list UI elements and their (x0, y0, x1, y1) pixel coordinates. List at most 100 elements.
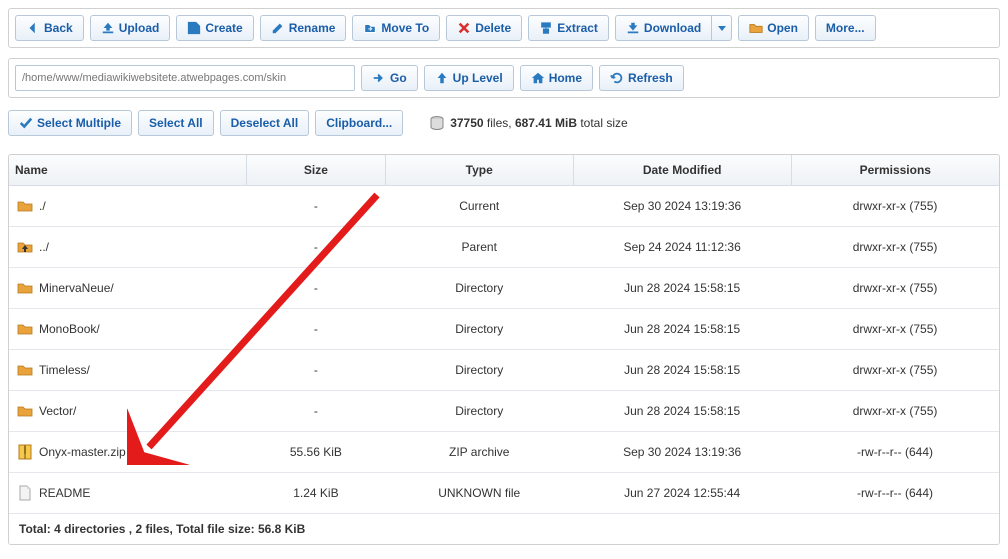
download-dropdown-button[interactable] (712, 15, 732, 41)
file-size: 1.24 KiB (247, 473, 386, 514)
file-table: Name Size Type Date Modified Permissions… (9, 155, 999, 514)
upload-button[interactable]: Upload (90, 15, 171, 41)
table-footer: Total: 4 directories , 2 files, Total fi… (9, 514, 999, 544)
file-size: - (247, 268, 386, 309)
path-wrapper (15, 65, 355, 91)
moveto-button[interactable]: Move To (352, 15, 440, 41)
selection-toolbar: Select Multiple Select All Deselect All … (8, 108, 1000, 144)
file-perm: drwxr-xr-x (755) (791, 309, 999, 350)
total-size: 687.41 MiB (515, 116, 577, 130)
header-perm[interactable]: Permissions (791, 155, 999, 186)
open-button[interactable]: Open (738, 15, 809, 41)
folder-icon (17, 362, 33, 378)
rename-button[interactable]: Rename (260, 15, 347, 41)
table-row[interactable]: Onyx-master.zip 55.56 KiBZIP archiveSep 3… (9, 432, 999, 473)
back-label: Back (44, 21, 73, 35)
refresh-button[interactable]: Refresh (599, 65, 684, 91)
file-name: MinervaNeue/ (39, 281, 114, 295)
header-date[interactable]: Date Modified (573, 155, 791, 186)
file-name: ../ (39, 240, 49, 254)
file-date: Sep 24 2024 11:12:36 (573, 227, 791, 268)
table-row[interactable]: ../-ParentSep 24 2024 11:12:36drwxr-xr-x… (9, 227, 999, 268)
download-label: Download (644, 21, 701, 35)
deselect-all-button[interactable]: Deselect All (220, 110, 310, 136)
file-date: Jun 27 2024 12:55:44 (573, 473, 791, 514)
deselect-all-label: Deselect All (231, 116, 299, 130)
path-toolbar: Go Up Level Home Refresh (8, 58, 1000, 98)
move-icon (363, 21, 377, 35)
open-icon (749, 21, 763, 35)
upload-icon (101, 21, 115, 35)
file-type: UNKNOWN file (385, 473, 573, 514)
folder-icon (17, 403, 33, 419)
go-icon (372, 71, 386, 85)
moveto-label: Move To (381, 21, 429, 35)
pencil-icon (271, 21, 285, 35)
open-label: Open (767, 21, 798, 35)
go-button[interactable]: Go (361, 65, 418, 91)
file-type: ZIP archive (385, 432, 573, 473)
file-name: Onyx-master.zip (39, 445, 126, 459)
stats-text: 37750 files, 687.41 MiB total size (429, 115, 628, 131)
file-name: README (39, 486, 90, 500)
file-type: Current (385, 186, 573, 227)
file-count: 37750 (450, 116, 483, 130)
folder-icon (17, 321, 33, 337)
file-perm: -rw-r--r-- (644) (791, 432, 999, 473)
table-row[interactable]: MinervaNeue/-DirectoryJun 28 2024 15:58:… (9, 268, 999, 309)
check-icon (19, 116, 33, 130)
file-icon (17, 485, 33, 501)
back-button[interactable]: Back (15, 15, 84, 41)
select-all-button[interactable]: Select All (138, 110, 214, 136)
create-button[interactable]: Create (176, 15, 253, 41)
file-date: Sep 30 2024 13:19:36 (573, 432, 791, 473)
up-level-button[interactable]: Up Level (424, 65, 514, 91)
refresh-label: Refresh (628, 71, 673, 85)
rename-label: Rename (289, 21, 336, 35)
more-button[interactable]: More... (815, 15, 876, 41)
table-row[interactable]: ./-CurrentSep 30 2024 13:19:36drwxr-xr-x… (9, 186, 999, 227)
extract-icon (539, 21, 553, 35)
extract-button[interactable]: Extract (528, 15, 609, 41)
file-size: - (247, 350, 386, 391)
more-label: More... (826, 21, 865, 35)
download-button[interactable]: Download (615, 15, 712, 41)
home-icon (531, 71, 545, 85)
clipboard-button[interactable]: Clipboard... (315, 110, 403, 136)
create-label: Create (205, 21, 242, 35)
table-row[interactable]: MonoBook/-DirectoryJun 28 2024 15:58:15d… (9, 309, 999, 350)
file-size: - (247, 391, 386, 432)
table-row[interactable]: Vector/-DirectoryJun 28 2024 15:58:15drw… (9, 391, 999, 432)
create-icon (187, 21, 201, 35)
home-button[interactable]: Home (520, 65, 593, 91)
path-input[interactable] (15, 65, 355, 91)
file-table-container: Name Size Type Date Modified Permissions… (8, 154, 1000, 545)
table-row[interactable]: Timeless/-DirectoryJun 28 2024 15:58:15d… (9, 350, 999, 391)
arrow-left-icon (26, 21, 40, 35)
delete-button[interactable]: Delete (446, 15, 522, 41)
file-date: Jun 28 2024 15:58:15 (573, 309, 791, 350)
header-name[interactable]: Name (9, 155, 247, 186)
select-multiple-label: Select Multiple (37, 116, 121, 130)
file-size: 55.56 KiB (247, 432, 386, 473)
home-label: Home (549, 71, 582, 85)
chevron-down-icon (718, 21, 726, 35)
file-name: ./ (39, 199, 46, 213)
arrow-up-icon (435, 71, 449, 85)
extract-label: Extract (557, 21, 598, 35)
file-type: Directory (385, 350, 573, 391)
file-size: - (247, 227, 386, 268)
clipboard-label: Clipboard... (326, 116, 392, 130)
delete-label: Delete (475, 21, 511, 35)
file-perm: drwxr-xr-x (755) (791, 268, 999, 309)
header-size[interactable]: Size (247, 155, 386, 186)
table-row[interactable]: README 1.24 KiBUNKNOWN fileJun 27 2024 12… (9, 473, 999, 514)
folder-icon (17, 280, 33, 296)
select-multiple-button[interactable]: Select Multiple (8, 110, 132, 136)
up-level-label: Up Level (453, 71, 503, 85)
header-type[interactable]: Type (385, 155, 573, 186)
file-date: Sep 30 2024 13:19:36 (573, 186, 791, 227)
file-perm: drwxr-xr-x (755) (791, 350, 999, 391)
go-label: Go (390, 71, 407, 85)
main-toolbar: Back Upload Create Rename Move To Delete… (8, 8, 1000, 48)
